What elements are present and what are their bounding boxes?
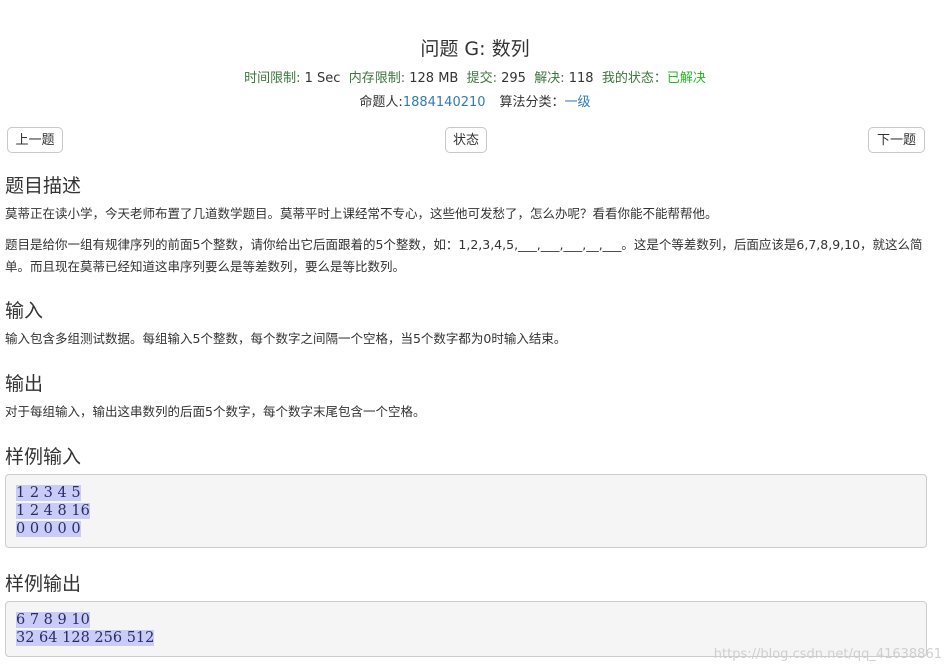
author-label: 命题人: bbox=[359, 95, 403, 110]
sample-input-block[interactable]: 1 2 3 4 5 1 2 4 8 16 0 0 0 0 0 bbox=[5, 474, 927, 548]
sample-output-line: 6 7 8 9 10 bbox=[16, 612, 90, 628]
sample-input-line: 1 2 4 8 16 bbox=[16, 503, 90, 519]
page-title: 问题 G: 数列 bbox=[420, 38, 530, 60]
submit-count: 295 bbox=[501, 71, 526, 86]
time-limit-value: 1 Sec bbox=[304, 71, 341, 86]
description-heading: 题目描述 bbox=[5, 175, 82, 197]
output-heading: 输出 bbox=[5, 373, 44, 395]
problem-limits: 时间限制: 1 Sec 内存限制: 128 MB 提交: 295 解决: 118… bbox=[0, 70, 950, 88]
status-button[interactable]: 状态 bbox=[445, 127, 487, 153]
my-status-label: 我的状态： bbox=[601, 71, 667, 86]
sample-input-line: 1 2 3 4 5 bbox=[16, 485, 81, 501]
memory-limit-value: 128 MB bbox=[409, 71, 459, 86]
sample-output-line: 32 64 128 256 512 bbox=[16, 630, 155, 646]
submit-label: 提交: bbox=[466, 71, 497, 86]
input-heading: 输入 bbox=[5, 300, 44, 322]
memory-limit-label: 内存限制: bbox=[348, 71, 406, 86]
time-limit-label: 时间限制: bbox=[244, 71, 301, 86]
output-description: 对于每组输入，输出这串数列的后面5个数字，每个数字末尾包含一个空格。 bbox=[5, 404, 426, 419]
solved-label: 解决: bbox=[534, 71, 565, 86]
solved-count: 118 bbox=[568, 71, 594, 86]
description-paragraph-2: 题目是给你一组有规律序列的前面5个整数，请你给出它后面跟着的5个整数，如：1,2… bbox=[5, 237, 923, 274]
watermark: https://blog.csdn.net/qq_41638861 bbox=[713, 647, 942, 662]
next-problem-button[interactable]: 下一题 bbox=[868, 127, 925, 153]
sample-input-heading: 样例输入 bbox=[5, 446, 82, 468]
sample-input-line: 0 0 0 0 0 bbox=[16, 521, 81, 537]
category-label: 算法分类： bbox=[499, 95, 565, 110]
problem-author-row: 命题人:1884140210 算法分类：一级 bbox=[0, 91, 950, 110]
author-link[interactable]: 1884140210 bbox=[403, 95, 486, 110]
sample-output-heading: 样例输出 bbox=[5, 573, 82, 595]
category-link[interactable]: 一级 bbox=[565, 95, 591, 110]
prev-problem-button[interactable]: 上一题 bbox=[7, 127, 63, 153]
input-description: 输入包含多组测试数据。每组输入5个整数，每个数字之间隔一个空格，当5个数字都为0… bbox=[5, 331, 567, 346]
my-status-value: 已解决 bbox=[666, 71, 706, 86]
description-paragraph-1: 莫蒂正在读小学，今天老师布置了几道数学题目。莫蒂平时上课经常不专心，这些他可发愁… bbox=[5, 206, 718, 221]
